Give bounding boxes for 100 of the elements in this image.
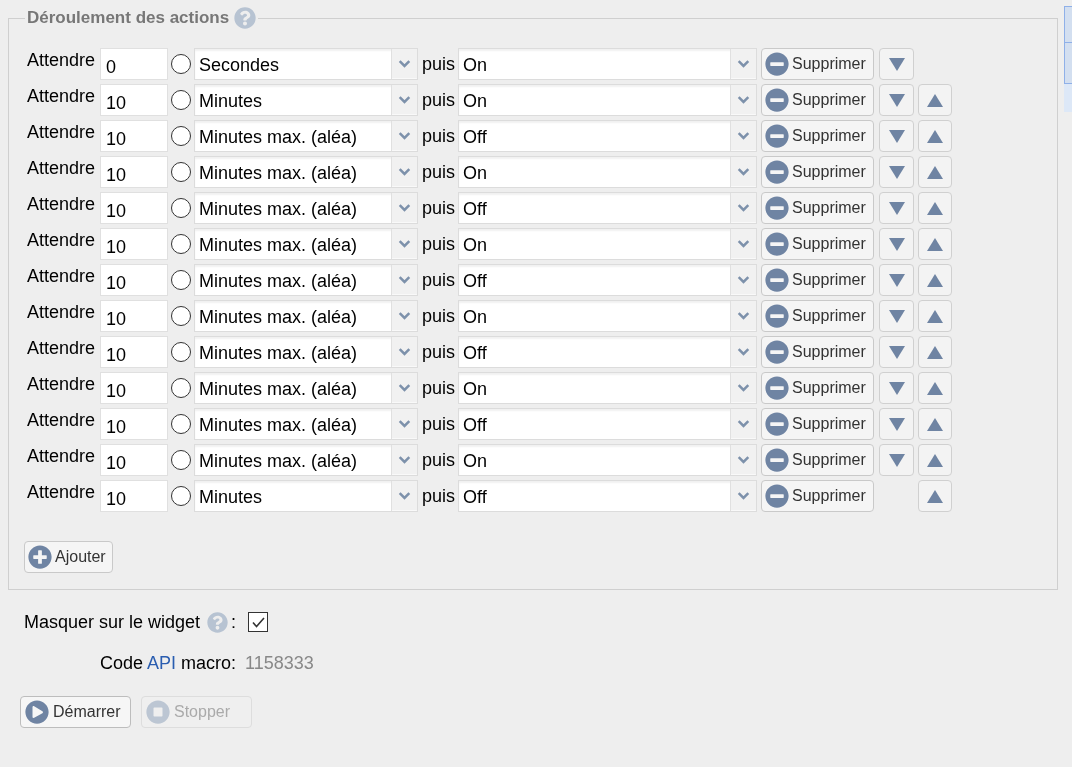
radio-button[interactable] [171, 306, 191, 326]
action-select[interactable]: On [458, 444, 758, 476]
action-select[interactable]: On [458, 84, 758, 116]
move-up-button[interactable] [918, 192, 953, 224]
move-down-button[interactable] [879, 156, 915, 188]
duration-input[interactable]: 10 [100, 264, 168, 296]
delete-button[interactable]: Supprimer [761, 48, 875, 80]
wait-label: Attendre [27, 374, 97, 395]
duration-input[interactable]: 10 [100, 120, 168, 152]
radio-button[interactable] [171, 450, 191, 470]
move-up-button[interactable] [918, 120, 953, 152]
unit-select[interactable]: Minutes max. (aléa) [194, 408, 418, 440]
move-down-button[interactable] [879, 120, 915, 152]
move-up-button[interactable] [918, 228, 953, 260]
move-up-button[interactable] [918, 444, 953, 476]
move-down-button[interactable] [879, 48, 915, 80]
radio-button[interactable] [171, 270, 191, 290]
delete-button[interactable]: Supprimer [761, 372, 875, 404]
action-select[interactable]: On [458, 372, 758, 404]
radio-button[interactable] [171, 90, 191, 110]
unit-select[interactable]: Minutes max. (aléa) [194, 444, 418, 476]
api-link[interactable]: API [146, 652, 176, 673]
unit-select[interactable]: Minutes max. (aléa) [194, 120, 418, 152]
delete-button[interactable]: Supprimer [761, 264, 875, 296]
duration-input[interactable]: 10 [100, 372, 168, 404]
wait-label: Attendre [27, 194, 97, 215]
move-up-button[interactable] [918, 372, 953, 404]
action-select[interactable]: On [458, 300, 758, 332]
unit-select[interactable]: Minutes [194, 480, 418, 512]
start-button[interactable]: Démarrer [20, 696, 131, 728]
duration-input[interactable]: 10 [100, 336, 168, 368]
unit-select[interactable]: Minutes max. (aléa) [194, 156, 418, 188]
delete-button[interactable]: Supprimer [761, 300, 875, 332]
action-select[interactable]: Off [458, 480, 758, 512]
action-select[interactable]: Off [458, 192, 758, 224]
move-up-button[interactable] [918, 480, 953, 512]
duration-input[interactable]: 10 [100, 480, 168, 512]
delete-button[interactable]: Supprimer [761, 84, 875, 116]
triangle-up-icon [927, 345, 944, 359]
radio-button[interactable] [171, 234, 191, 254]
unit-select[interactable]: Minutes [194, 84, 418, 116]
duration-input[interactable]: 10 [100, 408, 168, 440]
move-down-button[interactable] [879, 228, 915, 260]
radio-button[interactable] [171, 486, 191, 506]
unit-select[interactable]: Secondes [194, 48, 418, 80]
move-down-button[interactable] [879, 408, 915, 440]
duration-input[interactable]: 10 [100, 192, 168, 224]
move-up-button[interactable] [918, 156, 953, 188]
move-down-button[interactable] [879, 192, 915, 224]
duration-input[interactable]: 10 [100, 228, 168, 260]
move-up-button[interactable] [918, 264, 953, 296]
move-down-button[interactable] [879, 300, 915, 332]
move-up-button[interactable] [918, 408, 953, 440]
action-select[interactable]: Off [458, 120, 758, 152]
unit-select[interactable]: Minutes max. (aléa) [194, 336, 418, 368]
delete-button[interactable]: Supprimer [761, 336, 875, 368]
delete-button[interactable]: Supprimer [761, 480, 875, 512]
move-down-button[interactable] [879, 264, 915, 296]
delete-button[interactable]: Supprimer [761, 156, 875, 188]
duration-input[interactable]: 10 [100, 84, 168, 116]
radio-button[interactable] [171, 198, 191, 218]
move-up-button[interactable] [918, 336, 953, 368]
action-select[interactable]: Off [458, 336, 758, 368]
radio-button[interactable] [171, 414, 191, 434]
duration-input[interactable]: 10 [100, 300, 168, 332]
unit-select[interactable]: Minutes max. (aléa) [194, 300, 418, 332]
unit-select[interactable]: Minutes max. (aléa) [194, 192, 418, 224]
delete-button[interactable]: Supprimer [761, 444, 875, 476]
add-button[interactable]: Ajouter [24, 541, 113, 573]
radio-button[interactable] [171, 126, 191, 146]
unit-select[interactable]: Minutes max. (aléa) [194, 264, 418, 296]
move-down-button[interactable] [879, 444, 915, 476]
chevron-down-icon [730, 373, 757, 403]
unit-select[interactable]: Minutes max. (aléa) [194, 228, 418, 260]
radio-button[interactable] [171, 342, 191, 362]
checkmark-icon [251, 616, 265, 628]
radio-button[interactable] [171, 378, 191, 398]
chevron-down-icon [391, 373, 417, 403]
radio-button[interactable] [171, 54, 191, 74]
radio-button[interactable] [171, 162, 191, 182]
delete-button[interactable]: Supprimer [761, 408, 875, 440]
action-select[interactable]: On [458, 228, 758, 260]
delete-button[interactable]: Supprimer [761, 192, 875, 224]
move-down-button[interactable] [879, 336, 915, 368]
move-down-button[interactable] [879, 84, 915, 116]
move-down-button[interactable] [879, 372, 915, 404]
action-select[interactable]: Off [458, 264, 758, 296]
chevron-down-icon [730, 265, 757, 295]
move-up-button[interactable] [918, 300, 953, 332]
duration-input[interactable]: 10 [100, 444, 168, 476]
duration-input[interactable]: 10 [100, 156, 168, 188]
duration-input[interactable]: 0 [100, 48, 168, 80]
action-select[interactable]: Off [458, 408, 758, 440]
delete-button[interactable]: Supprimer [761, 228, 875, 260]
unit-select[interactable]: Minutes max. (aléa) [194, 372, 418, 404]
action-select[interactable]: On [458, 156, 758, 188]
delete-button[interactable]: Supprimer [761, 120, 875, 152]
checkbox[interactable] [248, 612, 268, 632]
action-select[interactable]: On [458, 48, 758, 80]
move-up-button[interactable] [918, 84, 953, 116]
